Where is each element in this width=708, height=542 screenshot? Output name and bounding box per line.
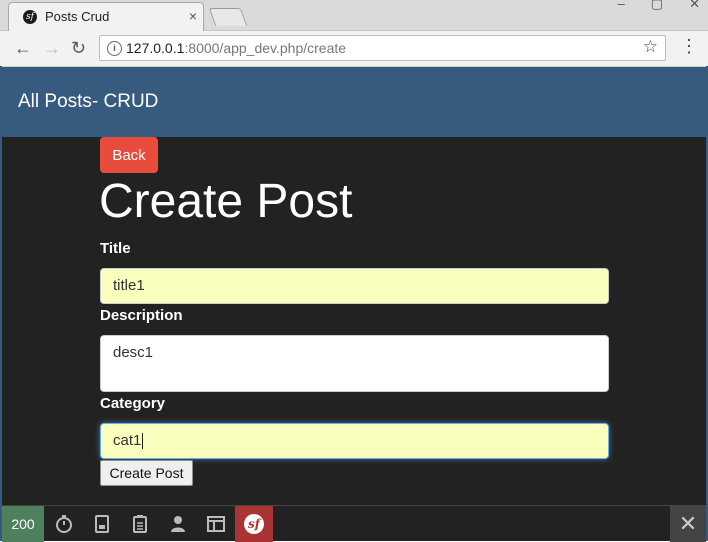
bookmark-star-icon[interactable]: ☆: [643, 37, 658, 57]
symfony-logo-icon: sf: [244, 514, 264, 534]
url-path: :8000/app_dev.php/create: [184, 40, 347, 56]
minimize-icon[interactable]: –: [618, 0, 625, 11]
description-label: Description: [100, 307, 183, 324]
description-textarea-value: desc1: [113, 344, 154, 361]
browser-tab-bar: sf Posts Crud × – ▢ ✕: [0, 0, 708, 31]
symfony-favicon-icon: sf: [23, 10, 37, 24]
symfony-logo-button[interactable]: sf: [235, 506, 273, 542]
new-tab-button[interactable]: [208, 8, 248, 26]
memory-icon[interactable]: [91, 513, 113, 535]
maximize-icon[interactable]: ▢: [651, 0, 663, 11]
title-input[interactable]: title1: [100, 268, 609, 304]
url-text: 127.0.0.1:8000/app_dev.php/create: [126, 40, 346, 56]
category-input[interactable]: cat1: [100, 423, 609, 459]
text-cursor: [142, 433, 144, 450]
url-host: 127.0.0.1: [126, 40, 185, 56]
forward-arrow-icon[interactable]: →: [43, 39, 61, 57]
title-label: Title: [100, 240, 131, 257]
layout-template-icon[interactable]: [205, 513, 227, 535]
category-label: Category: [100, 395, 166, 412]
symfony-debug-toolbar: 200 sf ✕: [2, 505, 706, 542]
create-post-button[interactable]: Create Post: [100, 460, 193, 486]
stopwatch-icon[interactable]: [53, 513, 75, 535]
category-input-value: cat1: [113, 432, 142, 449]
navbar-brand[interactable]: All Posts- CRUD: [18, 91, 158, 113]
browser-menu-icon[interactable]: ⋮: [680, 37, 698, 55]
toolbar-close-icon[interactable]: ✕: [670, 506, 706, 542]
browser-tab[interactable]: sf Posts Crud ×: [8, 2, 204, 31]
reload-icon[interactable]: ↻: [71, 39, 86, 57]
title-input-value: title1: [113, 277, 145, 294]
page-title: Create Post: [99, 175, 353, 228]
window-close-icon[interactable]: ✕: [689, 0, 700, 11]
site-info-icon[interactable]: i: [107, 41, 122, 56]
back-button[interactable]: Back: [100, 137, 158, 173]
user-icon[interactable]: [167, 513, 189, 535]
request-clipboard-icon[interactable]: [129, 513, 151, 535]
tab-title: Posts Crud: [45, 9, 110, 24]
back-arrow-icon[interactable]: ←: [14, 39, 32, 57]
main-content: Back Create Post Title title1 Descriptio…: [2, 137, 706, 505]
status-code-badge[interactable]: 200: [2, 506, 44, 542]
browser-address-bar: ← → ↻ i 127.0.0.1:8000/app_dev.php/creat…: [0, 31, 708, 67]
window-controls: – ▢ ✕: [592, 0, 700, 12]
app-navbar: All Posts- CRUD: [2, 67, 706, 137]
tab-close-icon[interactable]: ×: [189, 8, 197, 24]
url-input[interactable]: i 127.0.0.1:8000/app_dev.php/create ☆: [99, 35, 666, 61]
description-textarea[interactable]: desc1: [100, 335, 609, 392]
